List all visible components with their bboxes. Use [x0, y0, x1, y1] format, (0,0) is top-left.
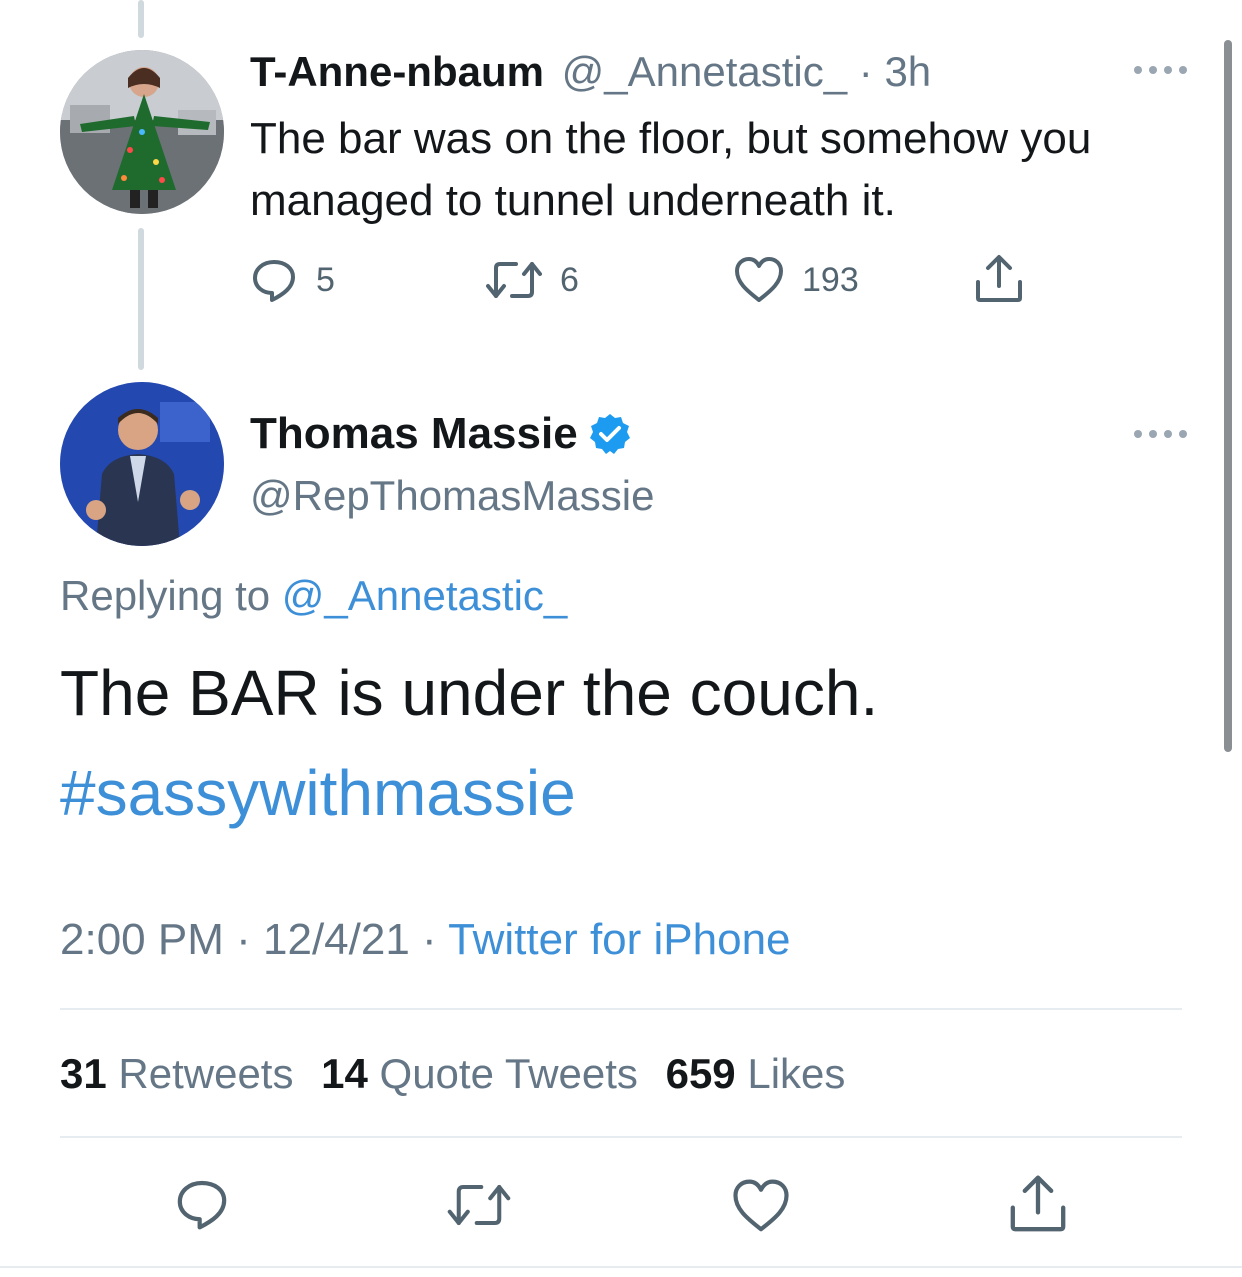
scrollbar[interactable]: [1224, 40, 1232, 752]
parent-share-button[interactable]: [974, 254, 1024, 304]
quotes-count: 14: [321, 1050, 368, 1097]
main-display-name[interactable]: Thomas Massie: [250, 408, 578, 460]
thread-connector: [138, 228, 144, 370]
parent-time: · 3h: [858, 48, 932, 95]
like-button[interactable]: [732, 1178, 790, 1234]
parent-reply-button[interactable]: 5: [250, 256, 335, 304]
bottom-divider: [0, 1266, 1242, 1268]
main-avatar[interactable]: [60, 382, 224, 546]
parent-header: T-Anne-nbaum @_Annetastic_ · 3h: [250, 46, 931, 98]
parent-more-button[interactable]: [1134, 66, 1187, 74]
tweet-time: 2:00 PM: [60, 915, 224, 964]
thread-connector-top: [138, 0, 144, 38]
share-icon: [976, 255, 1022, 302]
reply-button[interactable]: [174, 1176, 230, 1232]
tweet-stats: 31 Retweets 14 Quote Tweets 659 Likes: [60, 1048, 845, 1100]
user-avatar-icon: [60, 382, 224, 546]
parent-handle[interactable]: @_Annetastic_: [562, 48, 847, 95]
more-icon: [1134, 66, 1142, 74]
meta-separator: ·: [422, 915, 437, 964]
likes-count: 659: [665, 1050, 736, 1097]
divider: [60, 1136, 1182, 1138]
like-icon: [733, 1179, 789, 1232]
user-avatar-icon: [60, 50, 224, 214]
replying-to-handle[interactable]: @_Annetastic_: [282, 572, 567, 619]
reply-icon: [253, 260, 295, 302]
share-icon: [1010, 1175, 1066, 1232]
replying-to-line: Replying to @_Annetastic_: [60, 570, 567, 622]
reply-icon: [177, 1180, 227, 1230]
like-icon: [735, 257, 783, 302]
main-tweet-hashtag[interactable]: #sassywithmassie: [60, 752, 576, 834]
parent-avatar[interactable]: [60, 50, 224, 214]
retweet-icon: [447, 1184, 511, 1226]
tweet-source[interactable]: Twitter for iPhone: [448, 915, 790, 964]
tweet-date: 12/4/21: [263, 915, 410, 964]
parent-reply-count: 5: [316, 260, 335, 299]
tweet-meta: 2:00 PM · 12/4/21 · Twitter for iPhone: [60, 912, 791, 968]
main-more-button[interactable]: [1134, 430, 1187, 438]
more-icon: [1134, 430, 1142, 438]
main-display-name-row: Thomas Massie: [250, 408, 632, 460]
verified-badge-icon: [589, 414, 630, 454]
meta-separator: ·: [236, 915, 251, 964]
likes-stat[interactable]: 659 Likes: [666, 1050, 846, 1097]
quotes-stat[interactable]: 14 Quote Tweets: [321, 1050, 649, 1097]
retweets-stat[interactable]: 31 Retweets: [60, 1050, 305, 1097]
retweets-label: Retweets: [118, 1050, 294, 1097]
divider: [60, 1008, 1182, 1010]
parent-display-name[interactable]: T-Anne-nbaum: [250, 48, 544, 95]
retweets-count: 31: [60, 1050, 107, 1097]
parent-like-count: 193: [802, 260, 859, 299]
parent-tweet-text: The bar was on the floor, but somehow yo…: [250, 114, 1092, 225]
parent-like-button[interactable]: 193: [734, 256, 859, 304]
likes-label: Likes: [747, 1050, 846, 1097]
retweet-button[interactable]: [446, 1178, 512, 1232]
main-handle[interactable]: @RepThomasMassie: [250, 470, 654, 522]
main-tweet-text: The BAR is under the couch.: [60, 657, 879, 729]
replying-to-label: Replying to: [60, 572, 271, 619]
share-button[interactable]: [1008, 1174, 1068, 1234]
parent-retweet-count: 6: [560, 260, 579, 299]
retweet-icon: [486, 262, 542, 298]
quotes-label: Quote Tweets: [379, 1050, 638, 1097]
parent-retweet-button[interactable]: 6: [486, 256, 579, 304]
